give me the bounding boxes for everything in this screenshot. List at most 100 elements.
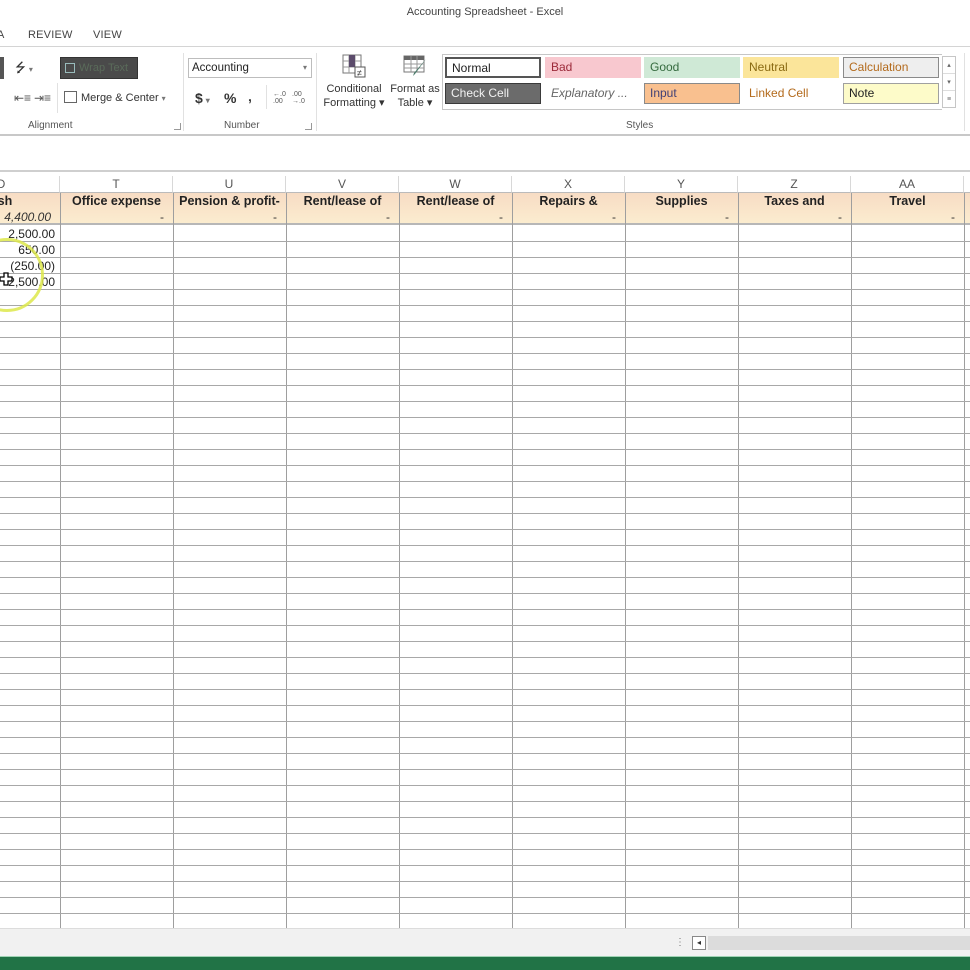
row-gridline — [0, 433, 970, 434]
row-gridline — [0, 353, 970, 354]
increase-decimal-button[interactable]: ←.0 .00 — [273, 91, 287, 105]
divider — [316, 53, 317, 131]
row-gridline — [0, 369, 970, 370]
column-total-cell[interactable]: - — [173, 209, 281, 225]
number-launcher-icon[interactable] — [305, 123, 312, 130]
style-label: Good — [650, 60, 680, 74]
alignment-button-partial[interactable] — [0, 57, 4, 79]
column-header[interactable]: T — [60, 176, 173, 193]
tab-data[interactable]: A — [0, 29, 5, 41]
spreadsheet-grid: Dash4,400.00TOffice expense-UPension & p… — [0, 176, 970, 928]
merge-center-label: Merge & Center — [81, 92, 159, 104]
alignment-group-label: Alignment — [28, 120, 73, 131]
divider — [266, 85, 267, 109]
wrap-text-button[interactable]: Wrap Text — [60, 57, 138, 79]
column-total-cell[interactable]: - — [738, 209, 846, 225]
style-neutral[interactable]: Neutral — [743, 57, 839, 78]
column-title-cell[interactable]: Pension & profit- — [173, 193, 286, 209]
style-good[interactable]: Good — [644, 57, 740, 78]
wrap-text-label: Wrap Text — [79, 62, 129, 74]
format-as-table-button[interactable]: Format as Table ▾ — [388, 53, 442, 110]
row-gridline — [0, 673, 970, 674]
style-explanatory[interactable]: Explanatory ... — [545, 83, 641, 104]
column-title-cell[interactable]: Repairs & — [512, 193, 625, 209]
style-linked-cell[interactable]: Linked Cell — [743, 83, 839, 104]
sheet-tab-splitter[interactable]: ⋮ — [675, 937, 685, 948]
style-label: Note — [849, 86, 875, 100]
column-title-cell[interactable]: Supplies — [625, 193, 738, 209]
tab-review[interactable]: REVIEW — [28, 29, 73, 41]
horizontal-scrollbar[interactable] — [708, 936, 970, 950]
decrease-indent-icon: ⇤≡ — [14, 91, 32, 105]
number-format-dropdown[interactable]: Accounting ▾ — [188, 58, 312, 78]
divider — [183, 53, 184, 131]
column-total-cell[interactable]: - — [625, 209, 733, 225]
row-gridline — [0, 689, 970, 690]
column-header[interactable]: W — [399, 176, 512, 193]
gallery-scrollbar: ▴ ▾ ≡ — [942, 56, 956, 108]
gallery-scroll-down-button[interactable]: ▾ — [943, 74, 955, 91]
column-header[interactable]: V — [286, 176, 399, 193]
format-as-table-label: Format as — [390, 83, 440, 95]
decrease-decimal-button[interactable]: .00 →.0 — [292, 91, 306, 105]
column-total-cell[interactable]: - — [60, 209, 168, 225]
style-input[interactable]: Input — [644, 83, 740, 104]
column-title-cell[interactable]: Office expense — [60, 193, 173, 209]
column-header[interactable]: AA — [851, 176, 964, 193]
column-title-cell[interactable]: Taxes and — [738, 193, 851, 209]
column-header[interactable]: X — [512, 176, 625, 193]
style-note[interactable]: Note — [843, 83, 939, 104]
orientation-button[interactable]: ⭍ ▾ — [15, 59, 33, 81]
gallery-scroll-up-button[interactable]: ▴ — [943, 57, 955, 74]
comma-style-button[interactable]: ‚ — [248, 88, 252, 104]
row-gridline — [0, 449, 970, 450]
row-gridline — [0, 897, 970, 898]
column-header[interactable]: D — [0, 176, 60, 193]
increase-indent-button[interactable]: ⇥≡ — [34, 91, 51, 105]
row-gridline — [0, 401, 970, 402]
column-title-cell[interactable]: ash — [0, 193, 60, 209]
scroll-left-button[interactable]: ◂ — [692, 936, 706, 950]
column-total-cell[interactable]: - — [851, 209, 959, 225]
style-normal[interactable]: Normal — [445, 57, 541, 78]
row-gridline — [0, 481, 970, 482]
tab-view[interactable]: VIEW — [93, 29, 122, 41]
style-label: Calculation — [849, 60, 909, 74]
formula-bar[interactable] — [0, 138, 970, 172]
column-header[interactable]: Z — [738, 176, 851, 193]
row-gridline — [0, 529, 970, 530]
chevron-left-icon: ◂ — [696, 938, 701, 947]
row-gridline — [0, 465, 970, 466]
column-header[interactable]: Y — [625, 176, 738, 193]
column-total-cell[interactable]: 4,400.00 — [0, 209, 55, 225]
percent-button[interactable]: % — [224, 90, 236, 106]
column-title-cell[interactable]: Rent/lease of — [399, 193, 512, 209]
column-total-cell[interactable]: - — [512, 209, 620, 225]
row-gridline — [0, 641, 970, 642]
increase-indent-icon: ⇥≡ — [34, 91, 52, 105]
style-bad[interactable]: Bad — [545, 57, 641, 78]
row-gridline — [0, 609, 970, 610]
row-gridline — [0, 881, 970, 882]
ribbon-tabs: A REVIEW VIEW — [0, 24, 970, 46]
merge-center-button[interactable]: Merge & Center ▾ — [64, 91, 166, 104]
conditional-formatting-button[interactable]: ≠ Conditional Formatting ▾ — [322, 53, 386, 110]
decrease-indent-button[interactable]: ⇤≡ — [14, 91, 31, 105]
column-total-cell[interactable]: - — [286, 209, 394, 225]
increase-decimal-icon: ←.0 .00 — [273, 91, 286, 105]
column-title-cell[interactable]: Rent/lease of — [286, 193, 399, 209]
alignment-launcher-icon[interactable] — [174, 123, 181, 130]
divider — [57, 83, 58, 113]
style-check-cell[interactable]: Check Cell — [445, 83, 541, 104]
row-gridline — [0, 561, 970, 562]
column-header[interactable] — [964, 176, 970, 193]
row-gridline — [0, 337, 970, 338]
gallery-more-button[interactable]: ≡ — [943, 91, 955, 108]
column-title-cell[interactable]: Travel — [851, 193, 964, 209]
conditional-formatting-icon: ≠ — [341, 53, 367, 79]
style-calculation[interactable]: Calculation — [843, 57, 939, 78]
column-header[interactable]: U — [173, 176, 286, 193]
percent-icon: % — [224, 90, 237, 106]
column-total-cell[interactable]: - — [399, 209, 507, 225]
currency-button[interactable]: $ ▾ — [195, 90, 210, 106]
